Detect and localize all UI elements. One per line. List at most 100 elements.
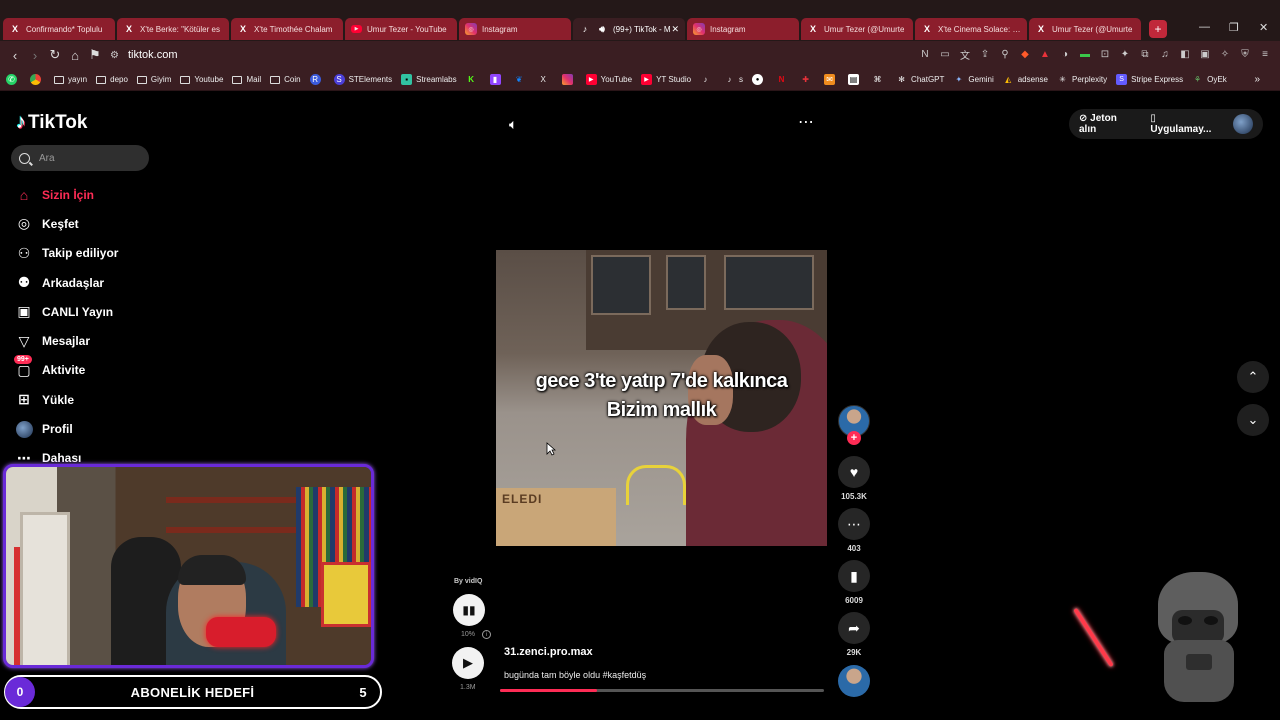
tab-tiktok-active[interactable]: ♪ 🔊︎ (99+) TikTok - M ✕	[573, 18, 685, 40]
tab-x-4[interactable]: X Umur Tezer (@Umurte	[801, 18, 913, 40]
home-icon[interactable]: ⌂	[65, 48, 85, 63]
bookmark-x[interactable]: X	[538, 74, 553, 85]
music-disc-avatar[interactable]	[838, 665, 870, 697]
extensions-icon[interactable]: ✦	[1118, 47, 1132, 61]
zoom-icon[interactable]: ⚲	[998, 47, 1012, 61]
nav-item-following[interactable]: ⚇ Takip ediliyor	[14, 239, 119, 268]
extension-1-icon[interactable]: ◑	[1058, 47, 1072, 61]
video-player[interactable]: ELEDI gece 3'te yatıp 7'de kalkınca Bizi…	[496, 250, 827, 546]
vpn-icon[interactable]: ⛨	[1238, 47, 1252, 61]
bookmark-game[interactable]: ✚	[800, 74, 815, 85]
bookmark-mail[interactable]: ✉	[824, 74, 839, 85]
tab-youtube[interactable]: ▶ Umur Tezer - YouTube	[345, 18, 457, 40]
bookmark-tiktok-s[interactable]: ♪ s	[724, 74, 744, 85]
bookmark-instagram[interactable]	[561, 74, 577, 85]
bookmark-folder-coin[interactable]: Coin	[270, 75, 301, 84]
video-progress-bar[interactable]	[500, 689, 824, 692]
bookmark-folder-yayin[interactable]: yayın	[54, 75, 87, 84]
bookmark-chatgpt[interactable]: ✻ ChatGPT	[896, 74, 944, 85]
sidebar-icon[interactable]: ◧	[1178, 47, 1192, 61]
nav-item-activity[interactable]: ▢ 99+ Aktivite	[14, 355, 118, 385]
bookmark-youtube[interactable]: ▶ YouTube	[585, 74, 632, 85]
bookmark-letterboxd[interactable]: ▤	[848, 74, 863, 85]
tab-instagram-1[interactable]: ◎ Instagram	[459, 18, 571, 40]
media-icon[interactable]: ♫	[1158, 47, 1172, 61]
get-app-button[interactable]: ▯ Uygulamay...	[1150, 113, 1219, 135]
bookmark-folder-depo[interactable]: depo	[96, 75, 128, 84]
bookmark-yt-studio[interactable]: ▶ YT Studio	[641, 74, 691, 85]
bookmark-netflix[interactable]: N	[776, 74, 791, 85]
bookmark-twitch[interactable]: ▮	[489, 74, 505, 85]
bookmark-kick[interactable]: K	[466, 74, 481, 85]
follow-button[interactable]: +	[847, 431, 861, 445]
bookmark-capcut[interactable]: ⌘	[872, 74, 887, 85]
menu-icon[interactable]: ≡	[1258, 47, 1272, 61]
comment-action[interactable]: ⋯ 403	[836, 508, 872, 553]
minimize-icon[interactable]: —	[1199, 21, 1210, 33]
account-avatar[interactable]	[1233, 114, 1253, 134]
bookmark-r[interactable]: R	[309, 74, 325, 85]
video-author[interactable]: 31.zenci.pro.max	[504, 646, 593, 658]
extension-3-icon[interactable]: ⊡	[1098, 47, 1112, 61]
share-action[interactable]: ➦ 29K	[836, 612, 872, 657]
info-icon[interactable]: i	[482, 630, 491, 639]
more-options-icon[interactable]: ⋯	[798, 112, 815, 132]
get-coins-button[interactable]: ⊘ Jeton alın	[1079, 113, 1136, 135]
share-icon[interactable]: ⇪	[978, 47, 992, 61]
new-tab-button[interactable]: +	[1149, 20, 1167, 38]
tab-instagram-2[interactable]: ◎ Instagram	[687, 18, 799, 40]
bookmark-bluesky[interactable]: ❦	[514, 74, 529, 85]
close-window-icon[interactable]: ✕	[1259, 21, 1268, 34]
nav-item-profile[interactable]: Profil	[14, 414, 118, 443]
nav-item-for-you[interactable]: ⌂ Sizin İçin	[14, 180, 118, 209]
tab-x-5[interactable]: X X'te Cinema Solace: "N	[915, 18, 1027, 40]
maximize-icon[interactable]: ❐	[1229, 21, 1239, 34]
bookmark-folder-mail[interactable]: Mail	[232, 75, 261, 84]
rewards-icon[interactable]: ▲	[1038, 47, 1052, 61]
tab-x-3[interactable]: X X'te Timothée Chalam	[231, 18, 343, 40]
wallet-icon[interactable]: ▣	[1198, 47, 1212, 61]
nav-item-messages[interactable]: ▽ Mesajlar	[14, 326, 118, 355]
no-ads-icon[interactable]: N	[918, 47, 932, 61]
nav-item-upload[interactable]: ⊞ Yükle	[14, 385, 118, 414]
nav-item-explore[interactable]: ◎ Keşfet	[14, 209, 118, 238]
bookmark-folder-giyim[interactable]: Giyim	[136, 75, 171, 84]
bookmark-oyek[interactable]: ⚘ OyEk	[1192, 74, 1227, 85]
tab-x-1[interactable]: X Confirmando* Toplulu	[3, 18, 115, 40]
volume-icon[interactable]: 🔈︎	[509, 116, 517, 133]
back-icon[interactable]: ‹	[5, 48, 25, 63]
tab-x-6[interactable]: X Umur Tezer (@Umurte	[1029, 18, 1141, 40]
translate-icon[interactable]: 文	[958, 47, 972, 62]
more-bookmarks-icon[interactable]: »	[1254, 74, 1260, 85]
bookmark-perplexity[interactable]: ✳ Perplexity	[1057, 74, 1107, 85]
reload-icon[interactable]: ↻	[45, 47, 65, 63]
bookmark-gemini[interactable]: ✦ Gemini	[953, 74, 994, 85]
bookmark-icon[interactable]: ⚑	[85, 47, 105, 63]
save-action[interactable]: ▮ 6009	[836, 560, 872, 605]
tiktok-logo[interactable]: ♪ TikTok	[16, 111, 87, 134]
vidiq-stats-button[interactable]: ▮▮	[453, 594, 485, 626]
pip-icon[interactable]: ⧉	[1138, 47, 1152, 61]
search-input[interactable]: Ara	[11, 145, 149, 171]
like-action[interactable]: ♥ 105.3K	[836, 456, 872, 501]
site-info-icon[interactable]: ⚙	[110, 50, 119, 61]
forward-icon[interactable]: ›	[25, 48, 45, 63]
play-button[interactable]: ▶	[452, 647, 484, 679]
bookmark-circle[interactable]: ●	[752, 74, 767, 85]
bookmark-whatsapp[interactable]: ✆	[6, 74, 21, 85]
nav-item-friends[interactable]: ⚉ Arkadaşlar	[14, 268, 118, 297]
bookmark-chrome[interactable]	[30, 74, 45, 85]
bookmark-adsense[interactable]: ◭ adsense	[1003, 74, 1048, 85]
bookmark-stripe[interactable]: S Stripe Express	[1116, 74, 1183, 85]
nav-item-live[interactable]: ▣ CANLI Yayın	[14, 297, 118, 326]
cast-icon[interactable]: ▭	[938, 47, 952, 61]
next-video-button[interactable]: ⌄	[1237, 404, 1269, 436]
bookmark-folder-youtube[interactable]: Youtube	[180, 75, 223, 84]
brave-shield-icon[interactable]: ◆	[1018, 47, 1032, 61]
close-tab-icon[interactable]: ✕	[671, 24, 679, 35]
tab-x-2[interactable]: X X'te Berke: "Kötüler es	[117, 18, 229, 40]
bookmark-streamlabs[interactable]: ▪ Streamlabs	[401, 74, 457, 85]
bookmark-streamelements[interactable]: S STElements	[333, 74, 392, 85]
bookmark-tiktok[interactable]: ♪	[700, 74, 715, 85]
extension-2-icon[interactable]: ▬	[1078, 47, 1092, 61]
